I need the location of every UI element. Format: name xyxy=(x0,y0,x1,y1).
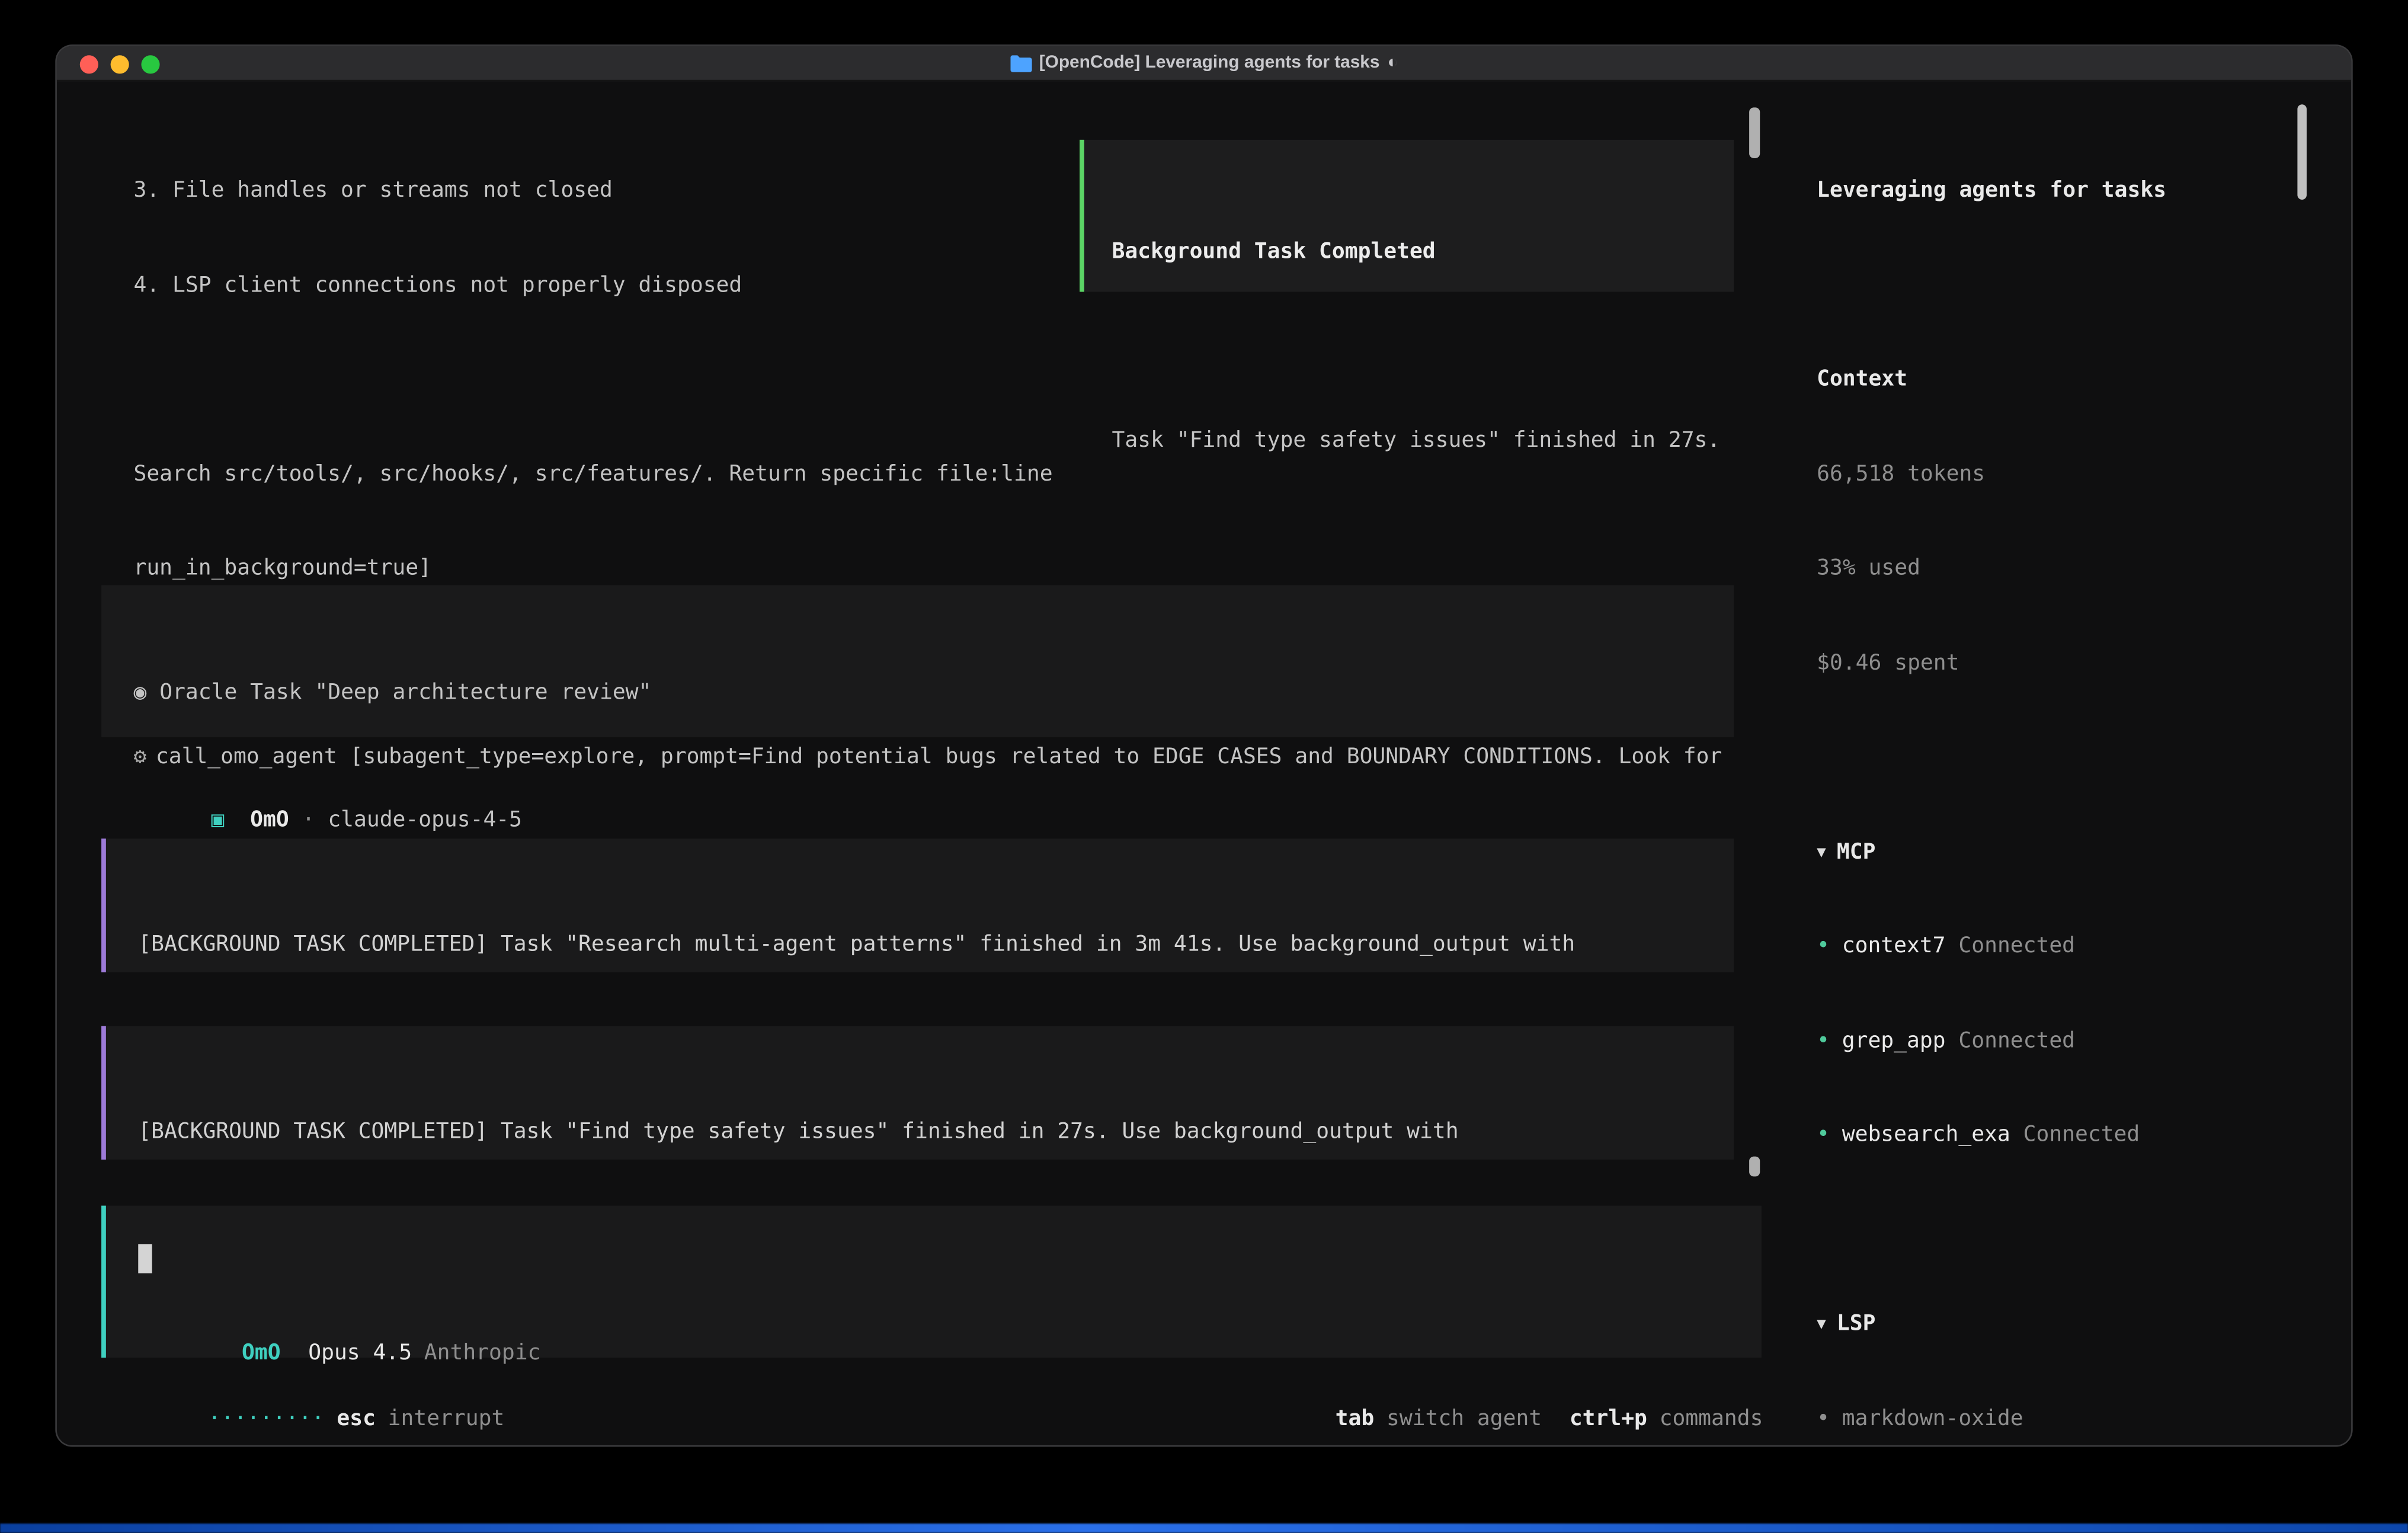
window-title-text: [OpenCode] Leveraging agents for tasks xyxy=(1039,54,1380,72)
lsp-item: •markdown-oxide xyxy=(1817,1403,2302,1435)
input-model-row: OmOOpus 4.5Anthropic xyxy=(138,1305,540,1337)
message-text: [BACKGROUND TASK COMPLETED] Task "Find t… xyxy=(138,1116,1734,1148)
mcp-item: •grep_app Connected xyxy=(1817,1025,2302,1057)
text-cursor xyxy=(138,1244,152,1273)
screen: [OpenCode] Leveraging agents for tasks ◐… xyxy=(0,0,2408,1533)
context-tokens: 66,518 tokens xyxy=(1817,459,2302,490)
window-title: [OpenCode] Leveraging agents for tasks ◐ xyxy=(1010,54,1398,72)
context-heading: Context xyxy=(1817,364,2302,395)
spinner-dots: ········· xyxy=(208,1406,325,1430)
main-scrollbar-thumb[interactable] xyxy=(1749,107,1760,158)
opencode-window: [OpenCode] Leveraging agents for tasks ◐… xyxy=(57,46,2351,1445)
esc-key-label: esc xyxy=(337,1406,376,1430)
model-label: Opus 4.5 xyxy=(308,1340,412,1364)
agent-label: OmO xyxy=(242,1340,281,1364)
oracle-title-line: ◉ Oracle Task "Deep architecture review" xyxy=(133,677,1734,709)
interrupt-label: interrupt xyxy=(388,1406,505,1430)
bullet-icon: • xyxy=(1817,1406,1830,1430)
agent-separator: · xyxy=(302,807,315,831)
status-right: tab switch agent ctrl+p commands xyxy=(1232,1372,1763,1445)
bottom-screen-edge xyxy=(0,1524,2408,1533)
context-used: 33% used xyxy=(1817,553,2302,584)
sidebar-scrollbar-thumb[interactable] xyxy=(2297,104,2307,200)
prompt-input[interactable]: OmOOpus 4.5Anthropic xyxy=(101,1206,1762,1358)
bullet-icon: • xyxy=(1817,934,1830,958)
agent-model: claude-opus-4-5 xyxy=(328,807,522,831)
sidebar: Leveraging agents for tasks Context 66,5… xyxy=(1817,112,2302,1445)
ctrlp-key-label: ctrl+p xyxy=(1570,1406,1647,1430)
commands-label: commands xyxy=(1660,1406,1763,1430)
bullet-icon: • xyxy=(1817,1028,1830,1052)
main-scrollbar-thumb[interactable] xyxy=(1749,1157,1760,1177)
titlebar: [OpenCode] Leveraging agents for tasks ◐ xyxy=(57,46,2351,82)
status-bar: ········· esc interrupt tab switch agent ctr… xyxy=(104,1372,1763,1445)
toast-notification[interactable]: Background Task Completed Task "Find typ… xyxy=(1080,140,1734,292)
spinner-icon: ◐ xyxy=(1387,54,1398,72)
section-mcp-header[interactable]: ▼MCP xyxy=(1817,836,2302,868)
transcript-line: run_in_background=true] xyxy=(133,553,1734,584)
zoom-button[interactable] xyxy=(141,55,159,73)
folder-icon xyxy=(1010,55,1031,72)
toast-body: Task "Find type safety issues" finished … xyxy=(1112,425,1734,457)
close-button[interactable] xyxy=(80,55,98,73)
bullet-icon: • xyxy=(1817,1123,1830,1147)
provider-label: Anthropic xyxy=(424,1340,541,1364)
triangle-down-icon: ▼ xyxy=(1817,844,1826,861)
context-spent: $0.46 spent xyxy=(1817,647,2302,679)
section-lsp-header[interactable]: ▼LSP xyxy=(1817,1308,2302,1340)
agent-name: OmO xyxy=(250,807,289,831)
sidebar-title: Leveraging agents for tasks xyxy=(1817,175,2302,206)
traffic-lights xyxy=(80,55,160,73)
agent-icon: ▣ xyxy=(212,807,225,831)
mcp-item: •websearch_exa Connected xyxy=(1817,1119,2302,1151)
switch-agent-label: switch agent xyxy=(1386,1406,1542,1430)
oracle-panel: ◉ Oracle Task "Deep architecture review"… xyxy=(101,585,1734,737)
minimize-button[interactable] xyxy=(111,55,129,73)
message-card: [BACKGROUND TASK COMPLETED] Task "Resear… xyxy=(101,838,1734,972)
mcp-item: •context7 Connected xyxy=(1817,931,2302,962)
message-text: [BACKGROUND TASK COMPLETED] Task "Resear… xyxy=(138,929,1734,961)
fisheye-icon: ◉ xyxy=(133,680,146,705)
tab-key-label: tab xyxy=(1336,1406,1375,1430)
oracle-title: Oracle Task "Deep architecture review" xyxy=(159,680,651,705)
status-left: ········· esc interrupt xyxy=(104,1372,504,1445)
toast-title: Background Task Completed xyxy=(1112,236,1734,268)
message-card: [BACKGROUND TASK COMPLETED] Task "Find t… xyxy=(101,1026,1734,1159)
triangle-down-icon: ▼ xyxy=(1817,1316,1826,1333)
